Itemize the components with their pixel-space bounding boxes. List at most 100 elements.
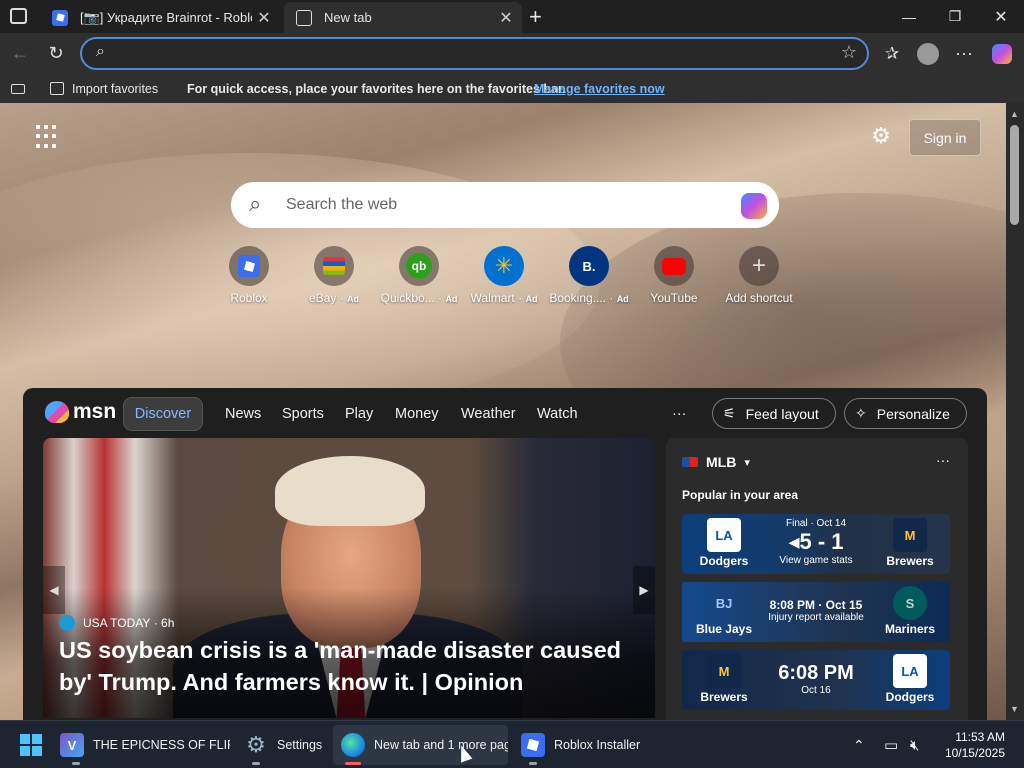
new-tab-button[interactable]: + — [529, 4, 542, 30]
msn-logo[interactable]: msn — [45, 398, 116, 426]
nav-news[interactable]: News — [225, 397, 261, 431]
team-away: S Mariners — [870, 582, 950, 642]
personalize-icon: ✧ — [855, 405, 867, 421]
shortcut-quickbooks[interactable]: qb Quickbo... · Ad — [377, 246, 461, 305]
import-label: Import favorites — [72, 81, 159, 96]
ad-badge: Ad — [616, 294, 629, 304]
mlb-more-icon[interactable]: ··· — [936, 452, 950, 468]
copilot-icon[interactable] — [741, 193, 767, 219]
msn-brand: msn — [73, 400, 117, 423]
web-search-box[interactable]: ⌕ — [231, 182, 779, 228]
scroll-down-icon[interactable]: ▼ — [1010, 704, 1019, 714]
tab-roblox[interactable]: [📷] Украдите Brainrot - Roblox ✕ — [40, 2, 280, 33]
copilot-icon[interactable] — [984, 33, 1020, 74]
close-tab-icon[interactable]: ✕ — [252, 8, 276, 28]
app-launcher-icon[interactable] — [36, 125, 60, 149]
article-age: · 6h — [153, 616, 175, 630]
tab-actions-icon[interactable] — [10, 8, 27, 24]
carousel-prev-icon[interactable]: ◀ — [43, 566, 65, 614]
address-bar[interactable]: ⌕ ☆ — [80, 37, 869, 70]
taskbar-label: THE EPICNESS OF FLIPP — [93, 738, 230, 752]
hero-image-hair — [275, 456, 425, 526]
article-source: USA TODAY · 6h — [59, 615, 174, 631]
shortcut-roblox[interactable]: Roblox — [207, 246, 291, 305]
nav-watch[interactable]: Watch — [537, 397, 578, 431]
blue-jays-logo-icon: BJ — [715, 595, 733, 611]
toolbar: ← ↻ ⌕ ☆ ✰ ··· — [0, 33, 1024, 74]
game-card[interactable]: LA Dodgers Final · Oct 14 ◂5 - 1 View ga… — [682, 514, 950, 574]
game-status: Final · Oct 14 — [785, 518, 847, 529]
carousel-next-icon[interactable]: ▶ — [633, 566, 655, 614]
profile-avatar[interactable] — [910, 33, 946, 74]
taskbar-item-edge[interactable]: New tab and 1 more pag — [333, 725, 508, 765]
page-scrollbar[interactable]: ▲ ▼ — [1006, 103, 1024, 720]
start-button[interactable] — [20, 725, 42, 765]
close-window-icon[interactable]: ✕ — [978, 0, 1024, 33]
team-away: M Brewers — [870, 514, 950, 574]
taskbar-label: Settings — [277, 738, 323, 752]
shortcut-ebay[interactable]: eBay · Ad — [292, 246, 376, 305]
mariners-logo-icon: S — [893, 586, 927, 620]
popular-label: Popular in your area — [682, 488, 799, 502]
mlb-header[interactable]: MLB ▾ — [682, 454, 750, 470]
show-hidden-icons-icon[interactable]: ⌃ — [853, 725, 865, 765]
shortcut-label: Add shortcut — [725, 291, 793, 305]
booking-icon: B. — [569, 246, 609, 286]
hero-article[interactable]: ◀ ▶ USA TODAY · 6h US soybean crisis is … — [43, 438, 655, 718]
scroll-up-icon[interactable]: ▲ — [1010, 109, 1019, 119]
shortcut-walmart[interactable]: ✳ Walmart · Ad — [462, 246, 546, 305]
game-card[interactable]: M Brewers 6:08 PM Oct 16 LA Dodgers — [682, 650, 950, 710]
active-indicator — [345, 762, 361, 765]
taskbar-item-roblox-installer[interactable]: Roblox Installer — [521, 725, 640, 765]
restore-icon[interactable]: ❐ — [932, 0, 978, 33]
team-name: Mariners — [884, 622, 936, 636]
team-away: LA Dodgers — [870, 650, 950, 710]
nav-money[interactable]: Money — [395, 397, 439, 431]
game-score: 6:08 PM Oct 16 — [762, 650, 870, 710]
youtube-icon — [654, 246, 694, 286]
ad-badge: Ad — [347, 294, 360, 304]
feed-layout-button[interactable]: ⚟ Feed layout — [712, 398, 836, 429]
nav-weather[interactable]: Weather — [461, 397, 516, 431]
roblox-icon — [521, 733, 545, 757]
tab-new-tab[interactable]: New tab ✕ — [284, 2, 522, 33]
favorites-icon[interactable]: ✰ — [874, 33, 910, 74]
walmart-icon: ✳ — [484, 246, 524, 286]
volume-muted-icon[interactable]: 🔇︎ — [910, 725, 919, 765]
article-headline[interactable]: US soybean crisis is a 'man-made disaste… — [59, 634, 649, 698]
mlb-card: MLB ▾ ··· Popular in your area LA Dodger… — [666, 438, 968, 720]
system-clock[interactable]: 11:53 AM 10/15/2025 — [945, 729, 1005, 761]
refresh-icon[interactable]: ↻ — [38, 33, 74, 74]
shortcut-booking[interactable]: B. Booking.... · Ad — [547, 246, 631, 305]
scrollbar-thumb[interactable] — [1010, 125, 1019, 225]
close-tab-icon[interactable]: ✕ — [494, 8, 518, 28]
nav-more-icon[interactable]: ··· — [672, 397, 687, 431]
page-settings-icon[interactable]: ⚙ — [866, 121, 896, 151]
sidebar-toggle-icon[interactable] — [11, 74, 27, 103]
tab-strip: [📷] Украдите Brainrot - Roblox ✕ New tab… — [0, 0, 1024, 33]
taskbar-item-settings[interactable]: ⚙ Settings — [244, 725, 322, 765]
more-menu-icon[interactable]: ··· — [946, 33, 982, 74]
taskbar-item-visual-studio[interactable]: V THE EPICNESS OF FLIPP — [60, 725, 230, 765]
sign-in-button[interactable]: Sign in — [909, 119, 981, 156]
shortcut-youtube[interactable]: YouTube — [632, 246, 716, 305]
nav-play[interactable]: Play — [345, 397, 373, 431]
game-card[interactable]: BJ Blue Jays 8:08 PM · Oct 15 Injury rep… — [682, 582, 950, 642]
minimize-icon[interactable]: — — [886, 0, 932, 33]
nav-sports[interactable]: Sports — [282, 397, 324, 431]
game-score: 8:08 PM · Oct 15 Injury report available — [762, 582, 870, 642]
back-icon[interactable]: ← — [2, 33, 38, 74]
favorite-star-icon[interactable]: ☆ — [841, 42, 857, 63]
shortcut-add[interactable]: + Add shortcut — [717, 246, 801, 305]
nav-discover[interactable]: Discover — [123, 397, 203, 431]
team-name: Dodgers — [699, 554, 749, 568]
source-name: USA TODAY — [83, 616, 151, 630]
network-monitor-icon[interactable]: ▭ — [884, 725, 898, 765]
manage-favorites-link[interactable]: Manage favorites now — [534, 74, 665, 103]
team-home: BJ Blue Jays — [684, 582, 764, 642]
game-score-text: ◂5 - 1 — [788, 529, 844, 554]
import-favorites-button[interactable]: Import favorites — [50, 74, 158, 103]
address-input[interactable] — [118, 43, 818, 65]
web-search-input[interactable] — [286, 194, 706, 216]
personalize-button[interactable]: ✧ Personalize — [844, 398, 967, 429]
